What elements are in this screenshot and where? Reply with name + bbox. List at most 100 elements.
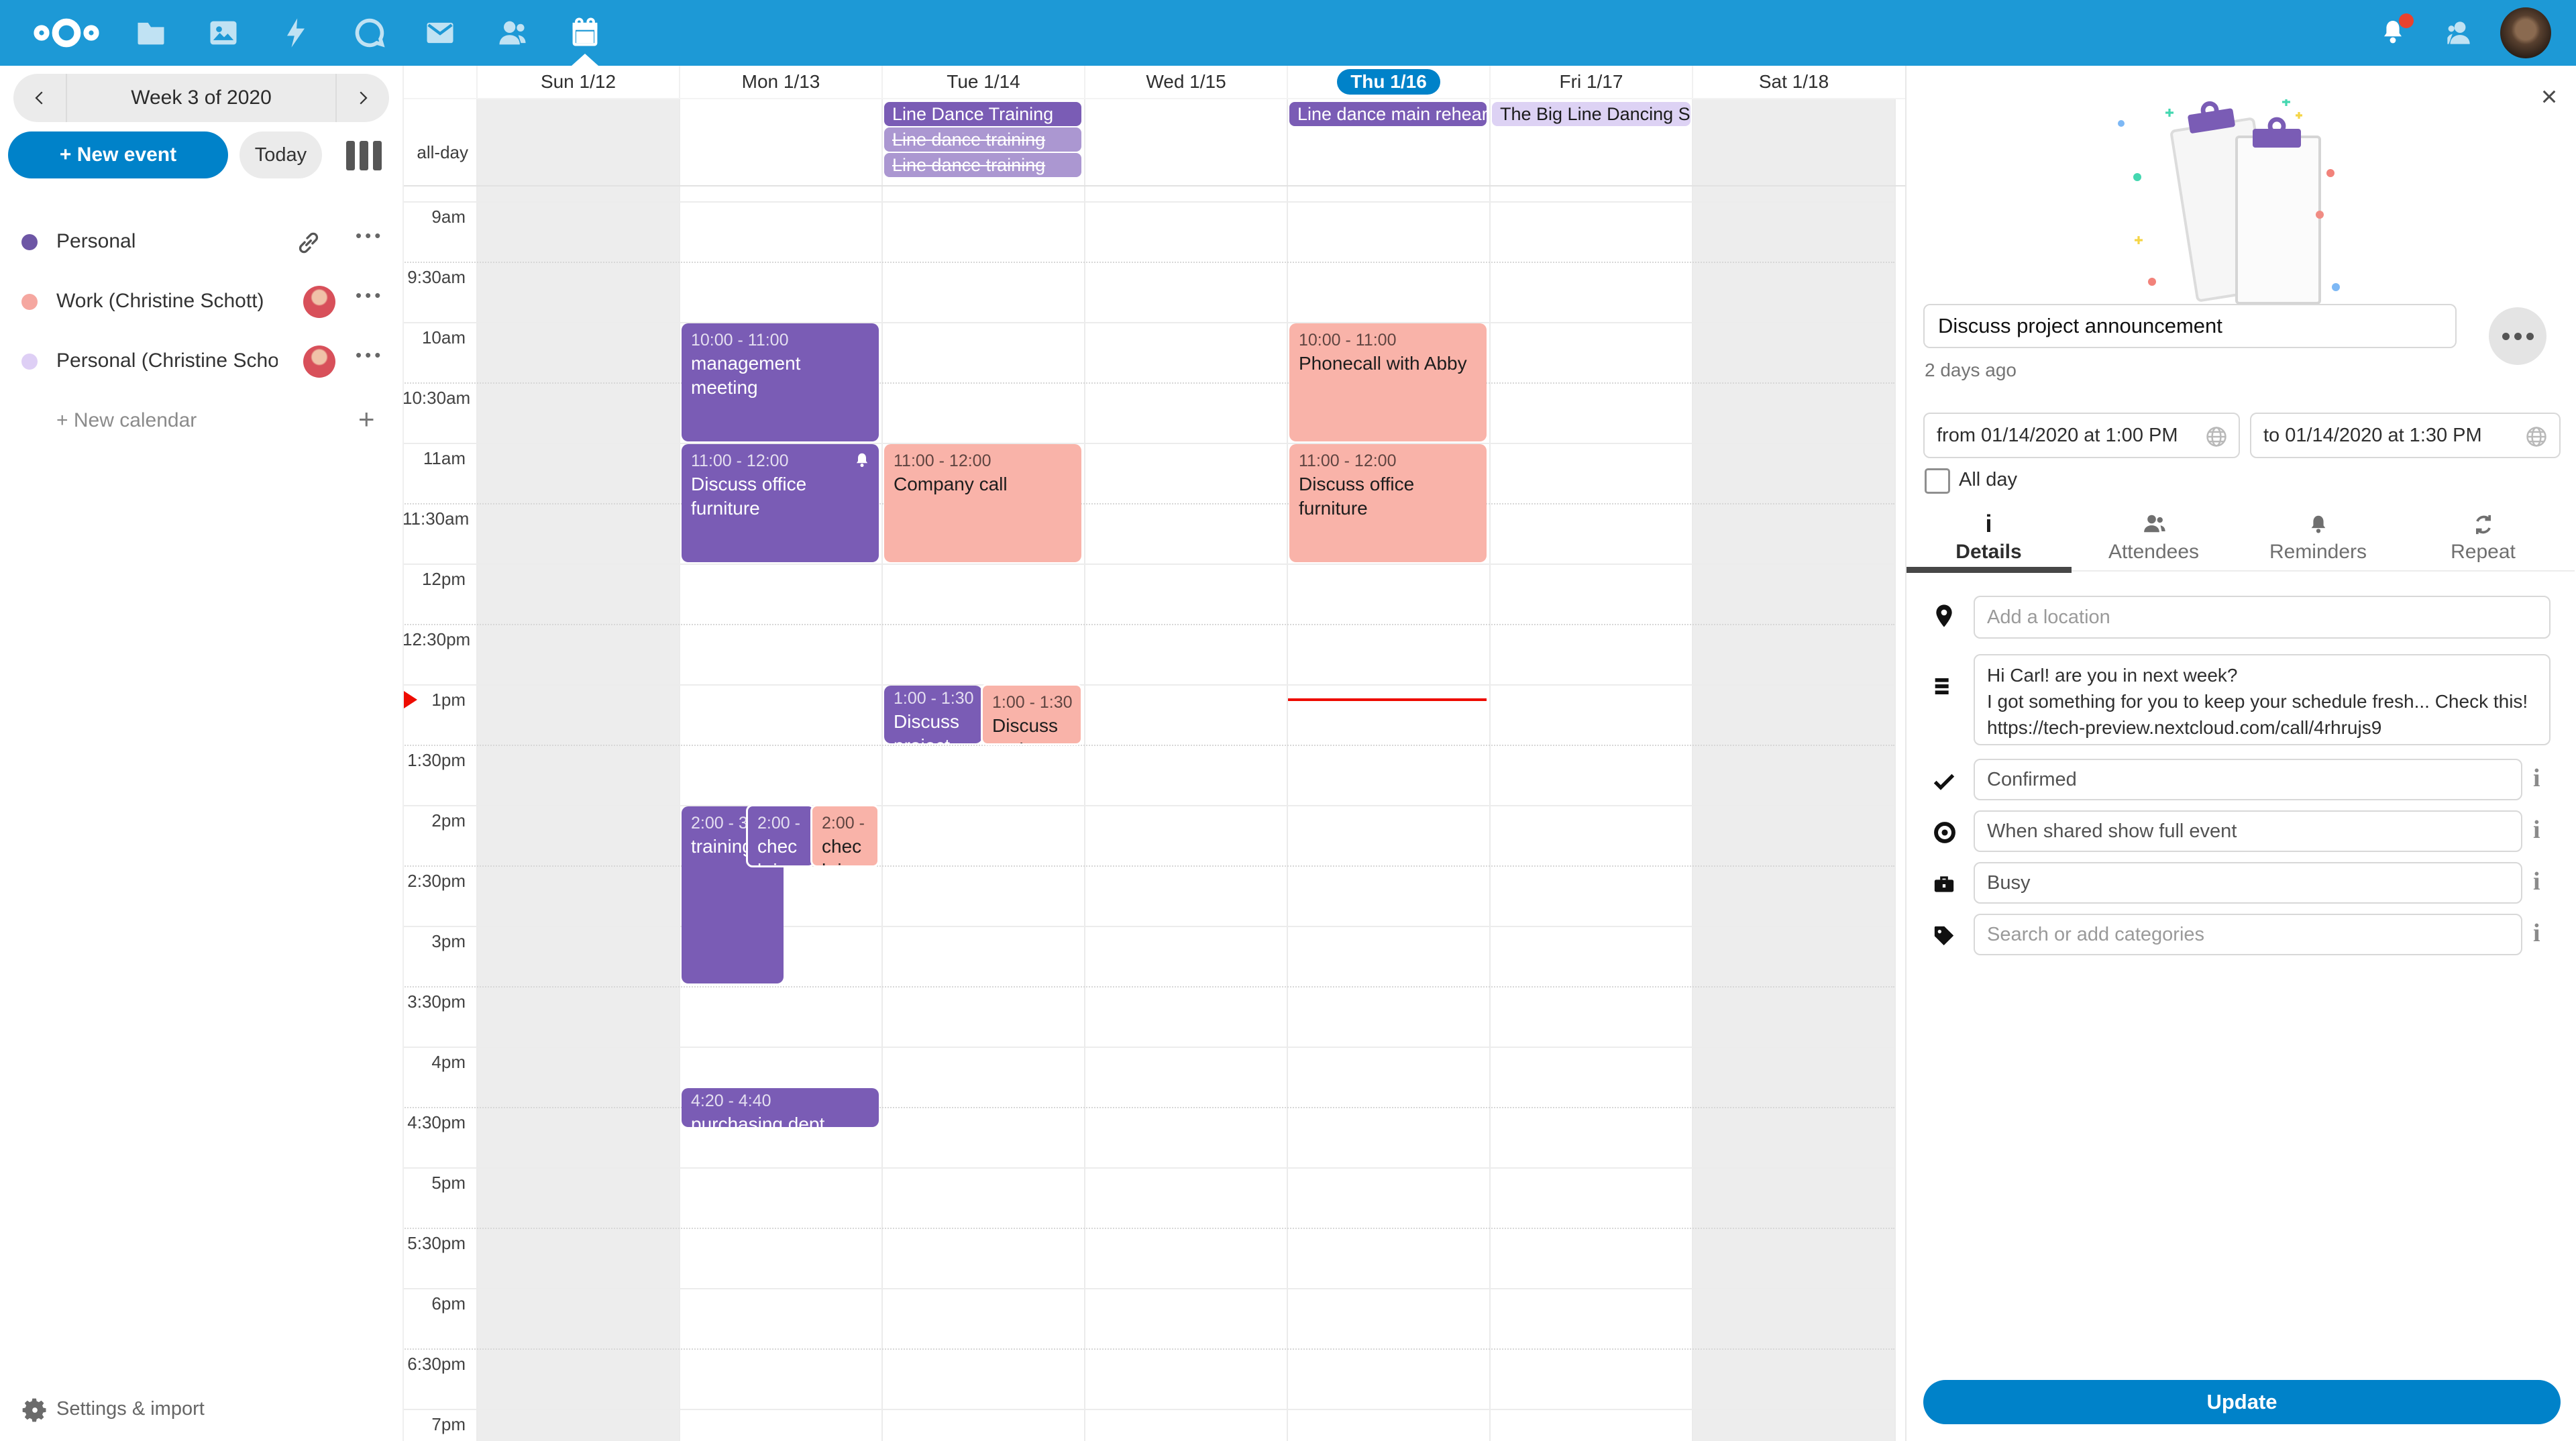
grid-line-dotted [402,262,1894,263]
event-discuss-office-furniture-mon[interactable]: 11:00 - 12:00 Discuss office furniture [682,444,879,562]
all-day-cell-wed[interactable] [1084,99,1287,185]
mail-envelope-icon[interactable] [407,0,473,66]
event-title-input[interactable] [1923,304,2457,348]
grid-line [402,684,1894,686]
all-day-event[interactable]: Line Dance Training [884,102,1081,126]
event-management-meeting[interactable]: 10:00 - 11:00 management meeting [682,323,879,441]
freebusy-select[interactable]: Busy [1974,862,2522,904]
tab-reminders[interactable]: Reminders [2236,510,2400,568]
more-dots-icon[interactable]: ••• [356,225,384,246]
user-avatar[interactable] [2493,0,2559,66]
last-modified-label: 2 days ago [1925,360,2017,381]
categories-input[interactable] [1974,914,2522,955]
nextcloud-logo-icon[interactable] [26,0,107,66]
calendar-item-personal[interactable]: Personal ••• [0,220,402,264]
grid-line [402,1047,1894,1048]
all-day-event-declined[interactable]: Line dance training [884,127,1081,152]
grid-line [402,564,1894,565]
day-column-sat[interactable] [1692,186,1894,1441]
all-day-cell-mon[interactable] [679,99,881,185]
info-i-icon[interactable]: i [2533,815,2540,845]
more-actions-button[interactable] [2489,307,2546,365]
status-select[interactable]: Confirmed [1974,759,2522,800]
location-pin-icon [1931,602,1957,633]
time-label: 4pm [402,1052,466,1073]
talk-bubble-icon[interactable] [337,0,402,66]
day-header-sun[interactable]: Sun 1/12 [476,66,679,98]
description-textarea[interactable]: Hi Carl! are you in next week? I got som… [1974,654,2551,745]
all-day-cell-sun[interactable] [476,99,679,185]
event-purchasing-dept[interactable]: 4:20 - 4:40 purchasing dept [682,1088,879,1127]
event-discuss-office-furniture-thu[interactable]: 11:00 - 12:00 Discuss office furniture [1289,444,1487,562]
freebusy-row: Busy [1907,862,2576,904]
plus-icon: + [358,403,375,435]
time-label: 3:30pm [402,992,466,1012]
new-event-button[interactable]: + New event [8,131,228,178]
all-day-event[interactable]: Line dance main rehearsal [1289,102,1487,126]
day-header-mon[interactable]: Mon 1/13 [679,66,881,98]
location-input[interactable] [1974,596,2551,639]
event-company-call[interactable]: 11:00 - 12:00 Company call [884,444,1081,562]
info-i-icon[interactable]: i [2533,918,2540,948]
event-discuss-project[interactable]: 1:00 - 1:30 Discuss project [981,684,1083,745]
settings-import-button[interactable]: Settings & import [0,1390,402,1434]
event-check-in-salmon[interactable]: 2:00 - 2:30 check-in [810,804,879,867]
time-label: 11:30am [402,509,466,529]
event-check-in-purple[interactable]: 2:00 - 2:30 check-in [746,804,815,867]
all-day-cell-sat[interactable] [1692,99,1894,185]
chevron-left-icon [30,88,50,108]
end-datetime-field[interactable] [2250,413,2561,458]
close-icon[interactable]: × [2533,81,2565,113]
day-header-sat[interactable]: Sat 1/18 [1692,66,1894,98]
grid-line [402,443,1894,444]
previous-week-button[interactable] [13,74,67,122]
calendar-item-personal-christine[interactable]: Personal (Christine Scho...) ••• [0,339,402,384]
grid-line-dotted [402,1228,1894,1229]
info-i-icon[interactable]: i [2533,867,2540,896]
event-discuss-project-announcement[interactable]: 1:00 - 1:30 Discuss project announcement [884,686,982,743]
globe-icon[interactable] [2204,424,2229,453]
all-day-event-declined[interactable]: Line dance training [884,153,1081,177]
next-week-button[interactable] [335,74,389,122]
contacts-people-icon[interactable] [480,0,545,66]
day-header-thu-today[interactable]: Thu 1/16 [1287,66,1489,98]
day-column-fri[interactable] [1489,186,1692,1441]
day-column-wed[interactable] [1084,186,1287,1441]
tab-repeat[interactable]: Repeat [2401,510,2565,568]
day-column-sun[interactable] [476,186,679,1441]
user-avatar-image [2500,7,2551,58]
calendar-item-work-christine[interactable]: Work (Christine Schott) ••• [0,280,402,324]
activity-lightning-icon[interactable] [263,0,329,66]
more-dots-icon[interactable]: ••• [356,285,384,306]
day-column-tue[interactable] [881,186,1084,1441]
globe-icon[interactable] [2524,424,2549,453]
notification-bell-icon[interactable] [2360,0,2426,66]
event-phonecall-with-abby[interactable]: 10:00 - 11:00 Phonecall with Abby [1289,323,1487,441]
grid-line-dotted [402,382,1894,384]
start-datetime-field[interactable] [1923,413,2240,458]
files-folder-icon[interactable] [118,0,184,66]
tab-details[interactable]: i Details [1907,510,2071,568]
day-header-fri[interactable]: Fri 1/17 [1489,66,1692,98]
share-link-icon[interactable] [295,229,322,260]
time-label: 3pm [402,931,466,952]
week-label[interactable]: Week 3 of 2020 [67,87,335,109]
visibility-select[interactable]: When shared show full event [1974,810,2522,852]
update-button[interactable]: Update [1923,1380,2561,1424]
all-day-checkbox[interactable] [1925,468,1950,494]
contacts-menu-icon[interactable] [2426,0,2491,66]
grid-line [402,805,1894,806]
today-button[interactable]: Today [239,131,322,178]
day-header-wed[interactable]: Wed 1/15 [1084,66,1287,98]
columns-view-icon[interactable] [346,141,385,170]
info-i-icon[interactable]: i [2533,763,2540,793]
photos-icon[interactable] [191,0,256,66]
tab-attendees[interactable]: Attendees [2072,510,2236,568]
time-label: 6:30pm [402,1354,466,1375]
day-header-tue[interactable]: Tue 1/14 [881,66,1084,98]
bell-icon [2236,510,2400,538]
new-calendar-button[interactable]: + New calendar + [0,399,402,437]
grid-line [402,201,1894,203]
more-dots-icon[interactable]: ••• [356,345,384,366]
all-day-event[interactable]: The Big Line Dancing Show [1492,102,1690,126]
